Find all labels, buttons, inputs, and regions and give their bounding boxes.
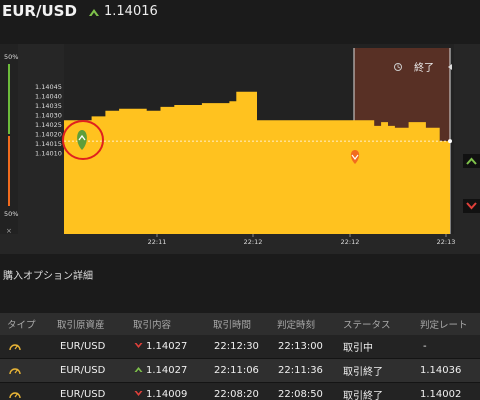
col-header-content: 取引内容	[133, 320, 172, 331]
x-tick-label: 22:11	[148, 238, 167, 246]
asset-cell: EUR/USD	[60, 365, 106, 376]
gauge-top-pct: 50%	[4, 53, 18, 61]
arrow-up-icon	[134, 367, 143, 372]
table-row[interactable]: EUR/USD 1.14009 22:08:20 22:08:50 取引終了 1…	[0, 383, 480, 400]
status-cell: 取引中	[343, 343, 373, 354]
header-bar: EUR/USD 1.14016	[0, 0, 480, 26]
status-cell: 取引終了	[343, 391, 383, 400]
content-value: 1.14027	[146, 365, 188, 376]
trade-time-cell: 22:11:06	[214, 365, 259, 376]
close-icon[interactable]: ×	[6, 227, 12, 235]
asset-cell: EUR/USD	[60, 341, 106, 352]
section-title: 購入オプション詳細	[3, 271, 93, 282]
col-header-type: タイプ	[7, 320, 36, 331]
col-header-trade-time: 取引時間	[213, 320, 252, 331]
y-tick-label: 1.14020	[35, 131, 62, 139]
arrow-down-icon	[134, 343, 143, 348]
content-cell: 1.14009	[134, 389, 187, 400]
current-rate: 1.14016	[104, 4, 158, 19]
judge-time-cell: 22:11:36	[278, 365, 323, 376]
col-header-asset: 取引原資産	[57, 320, 105, 331]
trade-time-cell: 22:08:20	[214, 389, 259, 400]
x-tick-label: 22:13	[437, 238, 456, 246]
content-cell: 1.14027	[134, 365, 187, 376]
judge-time-cell: 22:08:50	[278, 389, 323, 400]
judge-time-cell: 22:13:00	[278, 341, 323, 352]
price-chart[interactable]: 50% 50% × 1.14045 1.14040 1.14035 1.14030 1.…	[0, 44, 480, 254]
y-tick-label: 1.14035	[35, 102, 62, 110]
y-axis-ticks: 1.14045 1.140401.14035 1.140301.14025 1.140…	[35, 83, 62, 158]
asset-cell: EUR/USD	[60, 389, 106, 400]
arrow-down-icon	[134, 391, 143, 396]
trade-time-cell: 22:12:30	[214, 341, 259, 352]
y-tick-label: 1.14045	[35, 83, 62, 91]
x-tick-label: 22:12	[341, 238, 360, 246]
chart-canvas[interactable]: 50% 50% × 1.140451.140401.140351.140301.…	[0, 44, 480, 254]
y-tick-label: 1.14010	[35, 150, 62, 158]
judge-rate-cell: 1.14002	[420, 389, 462, 400]
status-cell: 取引終了	[343, 367, 383, 378]
x-axis-ticks: 22:11 22:12 22:12 22:13	[148, 234, 456, 246]
up-tab[interactable]	[463, 154, 480, 168]
table-row[interactable]: EUR/USD 1.14027 22:11:06 22:11:36 取引終了 1…	[0, 359, 480, 383]
content-value: 1.14027	[146, 341, 188, 352]
options-table: タイプ 取引原資産 取引内容 取引時間 判定時刻 ステータス 判定レート EUR…	[0, 313, 480, 400]
currency-pair[interactable]: EUR/USD	[2, 2, 77, 20]
y-tick-label: 1.14030	[35, 112, 62, 120]
table-row[interactable]: EUR/USD 1.14027 22:12:30 22:13:00 取引中 -	[0, 335, 480, 359]
gauge-bottom-pct: 50%	[4, 210, 18, 218]
current-rate-dot	[448, 139, 452, 144]
content-cell: 1.14027	[134, 341, 187, 352]
judge-rate-cell: 1.14036	[420, 365, 462, 376]
down-tab[interactable]	[463, 199, 480, 213]
judge-rate-cell: -	[423, 341, 427, 352]
table-header: タイプ 取引原資産 取引内容 取引時間 判定時刻 ステータス 判定レート	[0, 313, 480, 335]
col-header-status: ステータス	[343, 320, 391, 331]
gauge-icon	[8, 364, 22, 379]
y-tick-label: 1.14040	[35, 93, 62, 101]
y-tick-label: 1.14025	[35, 121, 62, 129]
x-tick-label: 22:12	[244, 238, 263, 246]
y-tick-label: 1.14015	[35, 140, 62, 148]
gauge-icon	[8, 340, 22, 355]
col-header-judge-time: 判定時刻	[277, 320, 316, 331]
content-value: 1.14009	[146, 389, 188, 400]
col-header-judge-rate: 判定レート	[420, 320, 468, 331]
gauge-icon	[8, 388, 22, 400]
arrow-up-icon	[89, 9, 99, 16]
end-label: 終了	[414, 61, 434, 74]
